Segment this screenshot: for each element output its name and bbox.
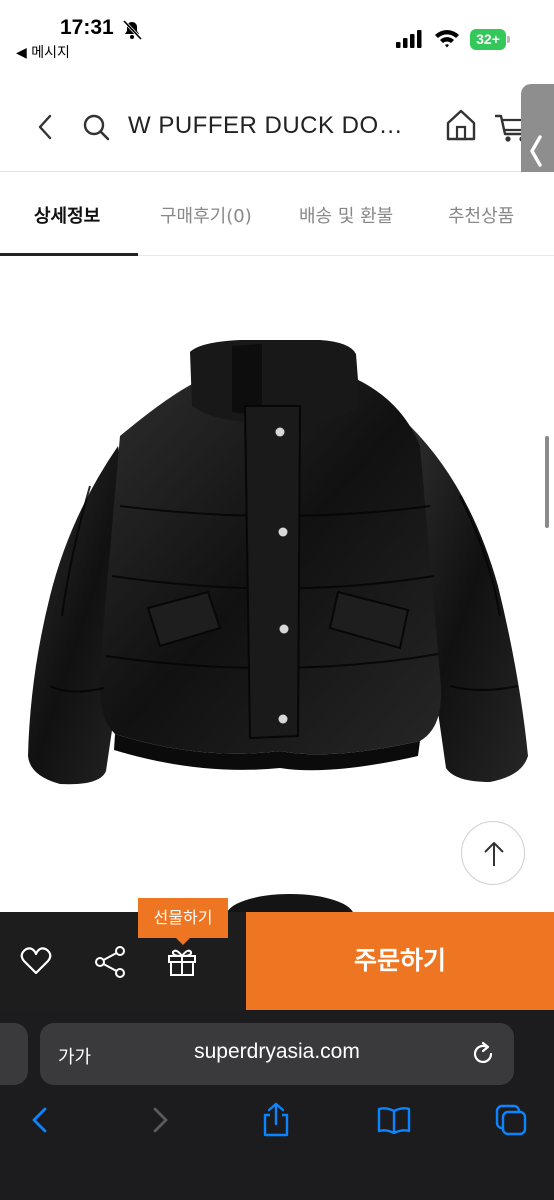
scroll-to-top-button[interactable]: [461, 821, 525, 885]
tab-reviews[interactable]: 구매후기(0): [160, 202, 252, 228]
bottom-action-bar: 주문하기: [0, 912, 554, 1010]
tab-details[interactable]: 상세정보: [34, 202, 100, 228]
home-icon[interactable]: [444, 106, 478, 144]
status-bar: 17:31 ◀ 메시지 32+: [0, 0, 554, 70]
product-image-area: [0, 256, 554, 916]
gift-icon[interactable]: [166, 945, 198, 977]
battery-indicator: 32+: [470, 29, 510, 50]
tab-shipping-refund[interactable]: 배송 및 환불: [299, 202, 393, 228]
back-icon[interactable]: [30, 110, 60, 144]
battery-level: 32+: [470, 29, 506, 50]
product-tabs: 상세정보 구매후기(0) 배송 및 환불 추천상품: [0, 172, 554, 256]
arrow-up-icon: [484, 842, 504, 866]
browser-toolbar: 가가 superdryasia.com: [0, 1010, 554, 1200]
bell-slash-icon: [122, 20, 142, 40]
order-button[interactable]: 주문하기: [246, 912, 554, 1010]
wifi-icon: [435, 30, 459, 48]
status-time: 17:31: [60, 16, 114, 39]
page-scroll-indicator: [545, 436, 549, 528]
gift-tooltip-arrow: [176, 938, 190, 945]
url-text[interactable]: superdryasia.com: [40, 1040, 514, 1064]
search-icon[interactable]: [80, 110, 112, 144]
tab-recommended[interactable]: 추천상품: [448, 202, 514, 228]
browser-forward-icon[interactable]: [148, 1106, 172, 1134]
share-icon[interactable]: [94, 946, 126, 978]
cellular-signal-icon: [396, 30, 422, 48]
app-header: W PUFFER DUCK DOWN JACKET: [0, 80, 554, 172]
browser-share-icon[interactable]: [260, 1102, 292, 1138]
tabs-overview-icon[interactable]: [494, 1104, 528, 1136]
bookmarks-icon[interactable]: [376, 1106, 412, 1134]
back-to-messages-link[interactable]: ◀ 메시지: [16, 42, 70, 62]
gift-tooltip[interactable]: 선물하기: [138, 898, 228, 938]
browser-back-icon[interactable]: [28, 1106, 52, 1134]
product-title: W PUFFER DUCK DOWN JACKET: [128, 112, 418, 139]
chevron-left-icon: [530, 135, 542, 167]
previous-tab-pill[interactable]: [0, 1023, 28, 1085]
product-image: [28, 340, 528, 785]
address-bar[interactable]: 가가 superdryasia.com: [40, 1023, 514, 1085]
heart-icon[interactable]: [20, 946, 52, 976]
reload-icon[interactable]: [470, 1041, 496, 1067]
battery-tip: [507, 36, 510, 43]
